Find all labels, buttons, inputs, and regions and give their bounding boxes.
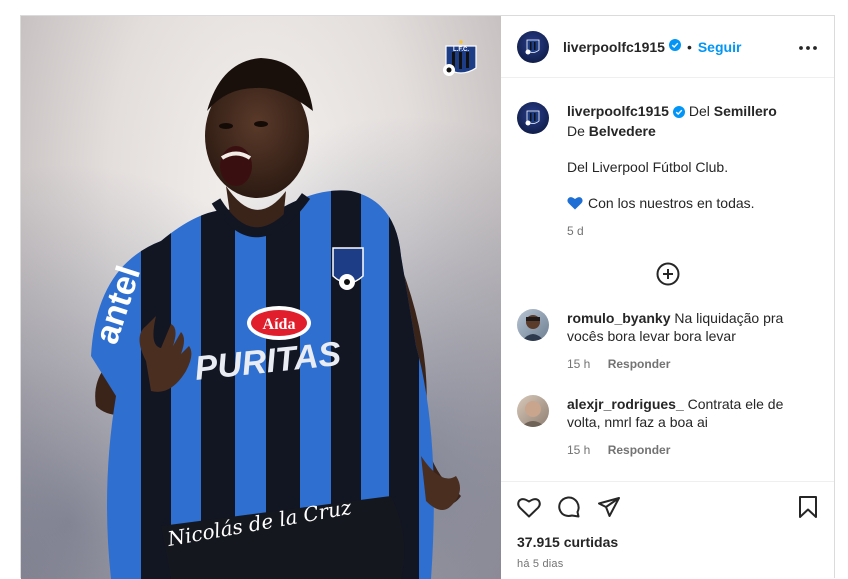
comment-username[interactable]: alexjr_rodrigues_: [567, 396, 684, 412]
post-date[interactable]: há 5 dias: [517, 558, 818, 570]
caption-paragraph-2: Del Liverpool Fútbol Club.: [567, 159, 729, 175]
likes-count[interactable]: 37.915 curtidas: [517, 534, 818, 550]
comment-timestamp: 15 h: [567, 357, 591, 371]
save-bookmark-icon[interactable]: [798, 495, 818, 524]
caption-username[interactable]: liverpoolfc1915: [567, 103, 669, 119]
commenter-avatar[interactable]: [517, 309, 549, 341]
caption-text-2b: Belvedere: [588, 123, 656, 139]
club-crest-icon: [525, 110, 540, 126]
profile-avatar[interactable]: [517, 30, 549, 63]
club-crest-icon: L.F.C.: [443, 40, 477, 76]
caption-text-1b: Semillero: [713, 103, 777, 119]
post-caption: liverpoolfc1915 Del Semillero De Belvede…: [517, 102, 818, 240]
instagram-post: antel Aída PURITAS Nicolás de la Cruz L.…: [20, 15, 835, 579]
load-more-comments: [517, 262, 818, 291]
comment-item: alexjr_rodrigues_ Contrata ele de volta,…: [517, 395, 818, 459]
more-options-icon[interactable]: [798, 38, 818, 56]
player-photo: antel Aída PURITAS Nicolás de la Cruz L.…: [87, 40, 477, 579]
caption-text-1a: Del: [684, 103, 714, 119]
post-image[interactable]: antel Aída PURITAS Nicolás de la Cruz L.…: [21, 16, 501, 579]
caption-paragraph-3-text: Con los nuestros en todas.: [588, 195, 755, 211]
club-crest-icon: [525, 39, 540, 54]
share-icon[interactable]: [597, 496, 621, 523]
add-comment-icon[interactable]: [656, 262, 680, 291]
post-side-panel: liverpoolfc1915 • Seguir liverpoolfc1915…: [501, 16, 834, 579]
comment-item: romulo_byanky Na liquidação pra vocês bo…: [517, 309, 818, 373]
chest-sponsor-top: Aída: [263, 316, 296, 333]
comments-section[interactable]: liverpoolfc1915 Del Semillero De Belvede…: [501, 78, 834, 481]
blue-heart-emoji-icon: [567, 196, 583, 214]
comment-username[interactable]: romulo_byanky: [567, 310, 670, 326]
verified-badge-icon: [668, 38, 681, 56]
post-header: liverpoolfc1915 • Seguir: [501, 16, 834, 78]
reply-button[interactable]: Responder: [608, 443, 671, 457]
commenter-avatar[interactable]: [517, 395, 549, 427]
like-heart-icon[interactable]: [517, 496, 541, 523]
caption-avatar[interactable]: [517, 102, 549, 134]
caption-text-2a: De: [567, 123, 589, 139]
post-actions: 37.915 curtidas há 5 dias: [501, 481, 834, 579]
reply-button[interactable]: Responder: [608, 357, 671, 371]
comment-icon[interactable]: [557, 495, 581, 524]
follow-button[interactable]: Seguir: [698, 39, 742, 55]
verified-badge-icon: [672, 104, 685, 122]
separator-dot: •: [686, 38, 692, 55]
caption-paragraph-3: Con los nuestros en todas.: [567, 194, 818, 214]
action-icons: [517, 494, 818, 524]
post-author-username[interactable]: liverpoolfc1915: [563, 39, 665, 55]
caption-timestamp: 5 d: [567, 224, 584, 238]
comment-timestamp: 15 h: [567, 443, 591, 457]
crest-text: L.F.C.: [453, 47, 469, 53]
